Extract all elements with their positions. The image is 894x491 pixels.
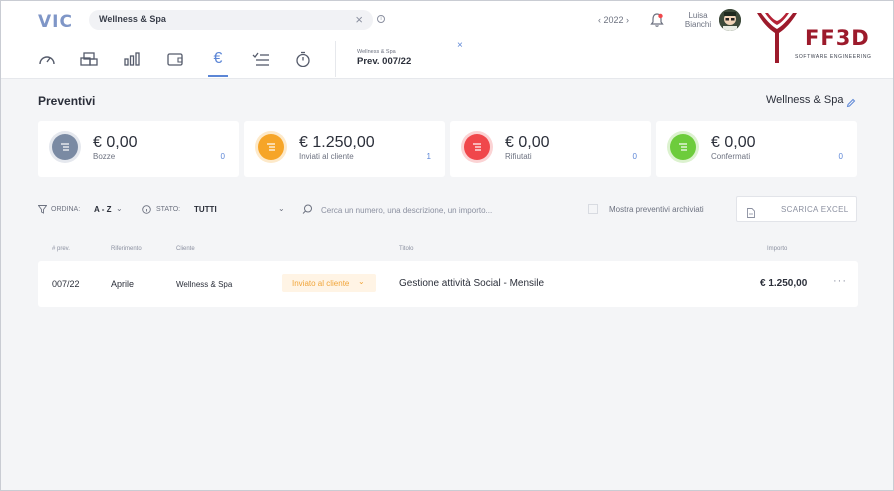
card-drafts-ring <box>49 131 81 163</box>
clear-search-icon[interactable]: × <box>355 12 363 27</box>
top-bar: VIC Wellness & Spa × i ‹ 2022 › Luisa Bi… <box>1 1 893 79</box>
next-year-icon[interactable]: › <box>624 15 629 25</box>
state-select[interactable]: TUTTI <box>194 205 217 214</box>
search-value: Wellness & Spa <box>99 14 166 24</box>
close-tab-icon[interactable]: × <box>457 40 463 51</box>
file-icon <box>747 205 755 223</box>
card-amount: € 1.250,00 <box>299 134 375 151</box>
card-sent-list-icon <box>258 134 284 160</box>
cell-client: Wellness & Spa <box>176 280 233 289</box>
archived-label: Mostra preventivi archiviati <box>609 205 704 214</box>
cell-title: Gestione attività Social - Mensile <box>399 278 545 289</box>
dashboard-icon[interactable] <box>37 51 57 67</box>
doc-tab-title: Prev. 007/22 <box>357 56 412 67</box>
app-logo[interactable]: VIC <box>38 12 73 32</box>
brand-tagline: SOFTWARE ENGINEERING <box>795 54 872 60</box>
status-label: Inviato al cliente <box>292 279 350 288</box>
card-drafts[interactable]: € 0,00 Bozze 0 <box>38 121 239 177</box>
card-label: Confermati <box>711 152 751 161</box>
active-tab-indicator <box>208 75 228 77</box>
edit-client-icon[interactable] <box>846 95 856 113</box>
client-name: Wellness & Spa <box>766 94 844 106</box>
user-name[interactable]: Luisa Bianchi <box>681 11 715 29</box>
card-count: 1 <box>426 152 431 161</box>
card-label: Bozze <box>93 152 116 161</box>
projects-icon[interactable] <box>79 51 99 67</box>
brand-name: FF3D <box>805 26 870 50</box>
card-drafts-list-icon <box>52 134 78 160</box>
card-count: 0 <box>838 152 843 161</box>
chart-icon[interactable] <box>122 51 142 67</box>
state-label: STATO: <box>156 206 181 213</box>
cell-amount: € 1.250,00 <box>760 278 808 289</box>
avatar[interactable] <box>719 9 741 31</box>
state-chevron-down-icon[interactable]: ⌄ <box>278 204 285 213</box>
card-amount: € 0,00 <box>711 134 756 151</box>
archived-checkbox[interactable] <box>588 204 598 214</box>
app-window: VIC Wellness & Spa × i ‹ 2022 › Luisa Bi… <box>0 0 894 491</box>
status-badge[interactable]: Inviato al cliente ⌄ <box>282 274 376 292</box>
card-amount: € 0,00 <box>505 134 550 151</box>
filter-icon <box>37 205 48 216</box>
card-confirmed[interactable]: € 0,00 Confermati 0 <box>656 121 857 177</box>
row-more-options-icon[interactable]: ··· <box>833 275 847 287</box>
search-icon <box>302 204 313 217</box>
checklist-icon[interactable] <box>251 51 271 67</box>
card-rejected-list-icon <box>464 134 490 160</box>
quote-search-input[interactable]: Cerca un numero, una descrizione, un imp… <box>321 206 492 215</box>
card-confirmed-ring <box>667 131 699 163</box>
order-select[interactable]: A - Z <box>94 205 111 214</box>
card-sent-ring <box>255 131 287 163</box>
card-confirmed-list-icon <box>670 134 696 160</box>
wallet-icon[interactable] <box>165 51 185 67</box>
brand-logo: FF3D SOFTWARE ENGINEERING <box>753 9 873 65</box>
year-selector[interactable]: ‹ 2022 › <box>598 15 629 25</box>
nav-divider <box>335 41 336 77</box>
search-input[interactable]: Wellness & Spa × <box>89 10 373 30</box>
cell-reference: Aprile <box>111 279 135 289</box>
card-count: 0 <box>220 152 225 161</box>
order-label: ORDINA: <box>51 206 81 213</box>
euro-icon[interactable]: € <box>208 51 228 67</box>
brand-mark-icon <box>757 13 797 63</box>
user-last-name: Bianchi <box>684 20 712 29</box>
col-header-amount[interactable]: Importo <box>767 246 787 252</box>
user-first-name: Luisa <box>688 11 708 20</box>
page-title: Preventivi <box>38 94 96 108</box>
status-chevron-down-icon: ⌄ <box>358 277 365 286</box>
card-amount: € 0,00 <box>93 134 138 151</box>
col-header-number[interactable]: # prev. <box>52 246 70 252</box>
year-value: 2022 <box>603 15 624 25</box>
table-row[interactable]: 007/22 Aprile Wellness & Spa Inviato al … <box>38 261 858 307</box>
card-label: Rifiutati <box>505 152 532 161</box>
timer-icon[interactable] <box>293 51 313 68</box>
info-icon[interactable]: i <box>377 15 385 23</box>
export-excel-label: SCARICA EXCEL <box>781 205 849 214</box>
card-rejected[interactable]: € 0,00 Rifiutati 0 <box>450 121 651 177</box>
col-header-title[interactable]: Titolo <box>399 246 413 252</box>
col-header-client[interactable]: Cliente <box>176 246 195 252</box>
card-count: 0 <box>632 152 637 161</box>
notifications-bell-icon[interactable] <box>650 12 664 33</box>
export-excel-button[interactable]: SCARICA EXCEL <box>736 196 857 222</box>
order-chevron-down-icon[interactable]: ⌄ <box>116 204 123 213</box>
card-sent[interactable]: € 1.250,00 Inviati al cliente 1 <box>244 121 445 177</box>
card-label: Inviati al cliente <box>299 152 354 161</box>
card-rejected-ring <box>461 131 493 163</box>
cell-number: 007/22 <box>52 279 80 289</box>
col-header-reference[interactable]: Riferimento <box>111 246 142 252</box>
state-info-icon <box>142 205 151 216</box>
doc-tab-client: Wellness & Spa <box>357 49 396 55</box>
